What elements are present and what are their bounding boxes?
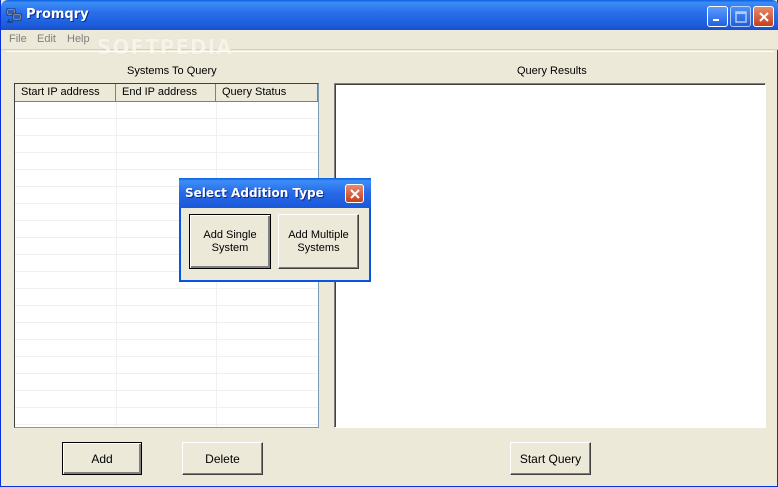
list-row [15, 323, 318, 340]
delete-button[interactable]: Delete [182, 442, 263, 475]
list-row [15, 153, 318, 170]
list-row [15, 289, 318, 306]
column-query-status[interactable]: Query Status [216, 84, 318, 102]
maximize-icon [735, 11, 747, 23]
window-title: Promqry [26, 7, 89, 22]
close-icon [759, 12, 769, 22]
addition-type-dialog: Select Addition Type Add Single System A… [179, 178, 371, 282]
list-header: Start IP address End IP address Query St… [15, 84, 318, 102]
network-computer-icon [6, 7, 22, 23]
query-results-label: Query Results [517, 65, 587, 77]
column-end-ip[interactable]: End IP address [116, 84, 216, 102]
systems-to-query-label: Systems To Query [127, 65, 217, 77]
menu-help[interactable]: Help [67, 33, 90, 45]
minimize-button[interactable] [707, 6, 728, 27]
list-row [15, 408, 318, 425]
add-single-system-button[interactable]: Add Single System [189, 214, 271, 269]
dialog-close-button[interactable] [345, 184, 364, 203]
dialog-title-bar[interactable]: Select Addition Type [179, 178, 371, 208]
column-start-ip[interactable]: Start IP address [15, 84, 116, 102]
add-button[interactable]: Add [62, 442, 142, 475]
list-row [15, 374, 318, 391]
start-query-button[interactable]: Start Query [510, 442, 591, 475]
list-row [15, 340, 318, 357]
query-results-box[interactable] [334, 83, 766, 428]
list-row [15, 391, 318, 408]
close-icon [350, 189, 360, 199]
menu-file[interactable]: File [9, 33, 27, 45]
list-row [15, 102, 318, 119]
list-row [15, 306, 318, 323]
main-window: Promqry File Edit Help SOFTPEDIA Systems… [0, 0, 778, 487]
add-multiple-systems-button[interactable]: Add Multiple Systems [278, 214, 359, 269]
column-divider [116, 102, 117, 427]
list-row [15, 357, 318, 374]
menu-edit[interactable]: Edit [37, 33, 56, 45]
minimize-icon [713, 19, 719, 21]
maximize-button[interactable] [730, 6, 751, 27]
dialog-title: Select Addition Type [185, 186, 324, 200]
title-bar[interactable]: Promqry [1, 0, 778, 30]
list-row [15, 119, 318, 136]
list-row [15, 136, 318, 153]
close-button[interactable] [753, 6, 774, 27]
